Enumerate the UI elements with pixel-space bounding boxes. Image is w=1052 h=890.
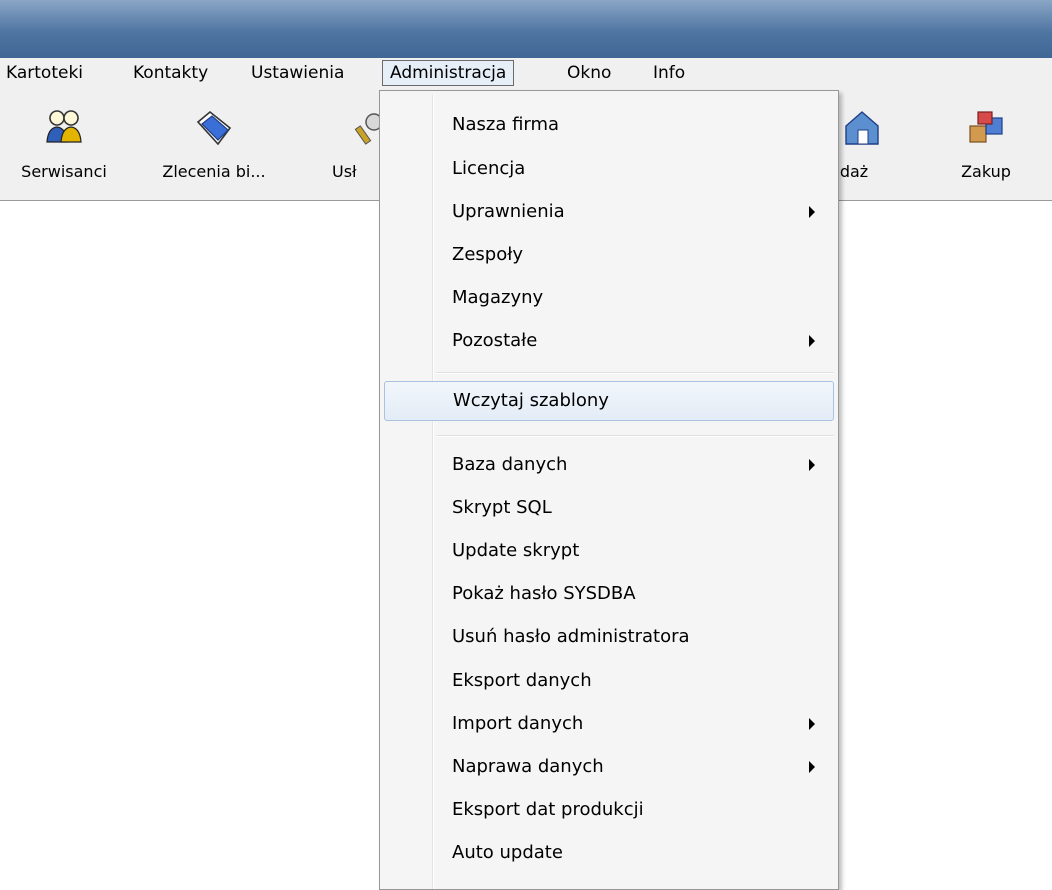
- submenu-arrow-icon: [809, 761, 815, 773]
- menu-info[interactable]: Info: [653, 58, 685, 89]
- menu-item-eksport-danych[interactable]: Eksport danych: [384, 661, 834, 701]
- menu-item-label: Usuń hasło administratora: [452, 626, 690, 647]
- menu-item-label: Eksport danych: [452, 670, 592, 691]
- house-icon: [845, 111, 879, 145]
- menu-item-label: Import danych: [452, 713, 584, 734]
- submenu-arrow-icon: [809, 459, 815, 471]
- toolbar-button-serwisanci[interactable]: Serwisanci: [4, 90, 124, 200]
- toolbar-label: Usł: [332, 162, 357, 181]
- menu-item-nasza-firma[interactable]: Nasza firma: [384, 105, 834, 145]
- menu-item-skrypt-sql[interactable]: Skrypt SQL: [384, 488, 834, 528]
- menu-item-pokaz-haslo-sysdba[interactable]: Pokaż hasło SYSDBA: [384, 574, 834, 614]
- menu-item-label: Pozostałe: [452, 330, 538, 351]
- submenu-arrow-icon: [809, 335, 815, 347]
- menu-okno[interactable]: Okno: [567, 58, 611, 89]
- toolbar-button-zlecenia[interactable]: Zlecenia bi...: [154, 90, 274, 200]
- menu-item-baza-danych[interactable]: Baza danych: [384, 445, 834, 485]
- folder-icon: [196, 110, 232, 146]
- administracja-dropdown-menu: Nasza firma Licencja Uprawnienia Zespoły…: [379, 90, 839, 890]
- menu-item-label: Pokaż hasło SYSDBA: [452, 583, 636, 604]
- window-title-bar: [0, 0, 1052, 58]
- menu-item-label: Wczytaj szablony: [453, 390, 609, 411]
- menu-kontakty[interactable]: Kontakty: [133, 58, 208, 89]
- menu-kartoteki[interactable]: Kartoteki: [6, 58, 83, 89]
- menu-item-wczytaj-szablony[interactable]: Wczytaj szablony: [384, 381, 834, 421]
- menu-item-uprawnienia[interactable]: Uprawnienia: [384, 192, 834, 232]
- menu-separator: [436, 372, 834, 374]
- menu-item-licencja[interactable]: Licencja: [384, 149, 834, 189]
- boxes-icon: [969, 111, 1003, 143]
- menu-item-label: Baza danych: [452, 454, 568, 475]
- submenu-arrow-icon: [809, 718, 815, 730]
- users-icon: [46, 110, 82, 143]
- menu-item-auto-update[interactable]: Auto update: [384, 833, 834, 873]
- toolbar-button-zakup[interactable]: Zakup: [926, 90, 1046, 200]
- menu-item-zespoly[interactable]: Zespoły: [384, 235, 834, 275]
- menu-item-label: Naprawa danych: [452, 756, 604, 777]
- submenu-arrow-icon: [809, 206, 815, 218]
- menu-administracja[interactable]: Administracja: [382, 60, 515, 86]
- toolbar-label: Zlecenia bi...: [162, 162, 266, 181]
- menu-item-label: Eksport dat produkcji: [452, 799, 644, 820]
- menu-bar: Kartoteki Kontakty Ustawienia Administra…: [0, 58, 1052, 91]
- menu-item-label: Magazyny: [452, 287, 544, 308]
- toolbar-label: Zakup: [961, 162, 1011, 181]
- menu-item-label: Licencja: [452, 158, 526, 179]
- menu-separator: [436, 435, 834, 437]
- menu-item-label: Nasza firma: [452, 114, 560, 135]
- menu-item-label: Auto update: [452, 842, 563, 863]
- menu-item-import-danych[interactable]: Import danych: [384, 704, 834, 744]
- menu-item-label: Uprawnienia: [452, 201, 565, 222]
- menu-item-usun-haslo-administratora[interactable]: Usuń hasło administratora: [384, 617, 834, 657]
- menu-item-magazyny[interactable]: Magazyny: [384, 278, 834, 318]
- menu-ustawienia[interactable]: Ustawienia: [251, 58, 344, 89]
- menu-item-update-skrypt[interactable]: Update skrypt: [384, 531, 834, 571]
- menu-item-label: Zespoły: [452, 244, 523, 265]
- menu-item-label: Skrypt SQL: [452, 497, 552, 518]
- toolbar-label: Serwisanci: [21, 162, 107, 181]
- menu-item-label: Update skrypt: [452, 540, 580, 561]
- menu-item-eksport-dat-produkcji[interactable]: Eksport dat produkcji: [384, 790, 834, 830]
- menu-item-pozostale[interactable]: Pozostałe: [384, 321, 834, 361]
- menu-item-naprawa-danych[interactable]: Naprawa danych: [384, 747, 834, 787]
